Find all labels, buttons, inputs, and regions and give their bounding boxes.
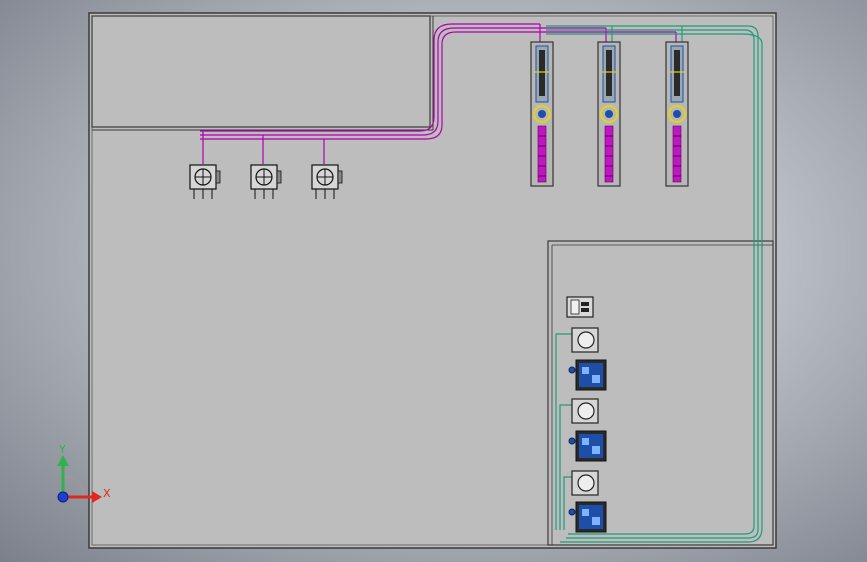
cad-viewport[interactable]: Y X <box>0 0 867 562</box>
cabinet-3 <box>665 41 689 187</box>
pump-3 <box>571 470 599 496</box>
room-top-left <box>91 15 431 128</box>
cabinet-1 <box>530 41 554 187</box>
cabinet-2 <box>597 41 621 187</box>
pump-1 <box>571 327 599 353</box>
control-box <box>566 296 594 318</box>
y-axis-arrow <box>57 455 69 466</box>
z-axis-dot <box>57 491 69 503</box>
y-axis-label: Y <box>58 443 66 456</box>
pump-2 <box>571 398 599 424</box>
x-axis-label: X <box>103 487 111 500</box>
room-bottom-right <box>547 240 774 546</box>
